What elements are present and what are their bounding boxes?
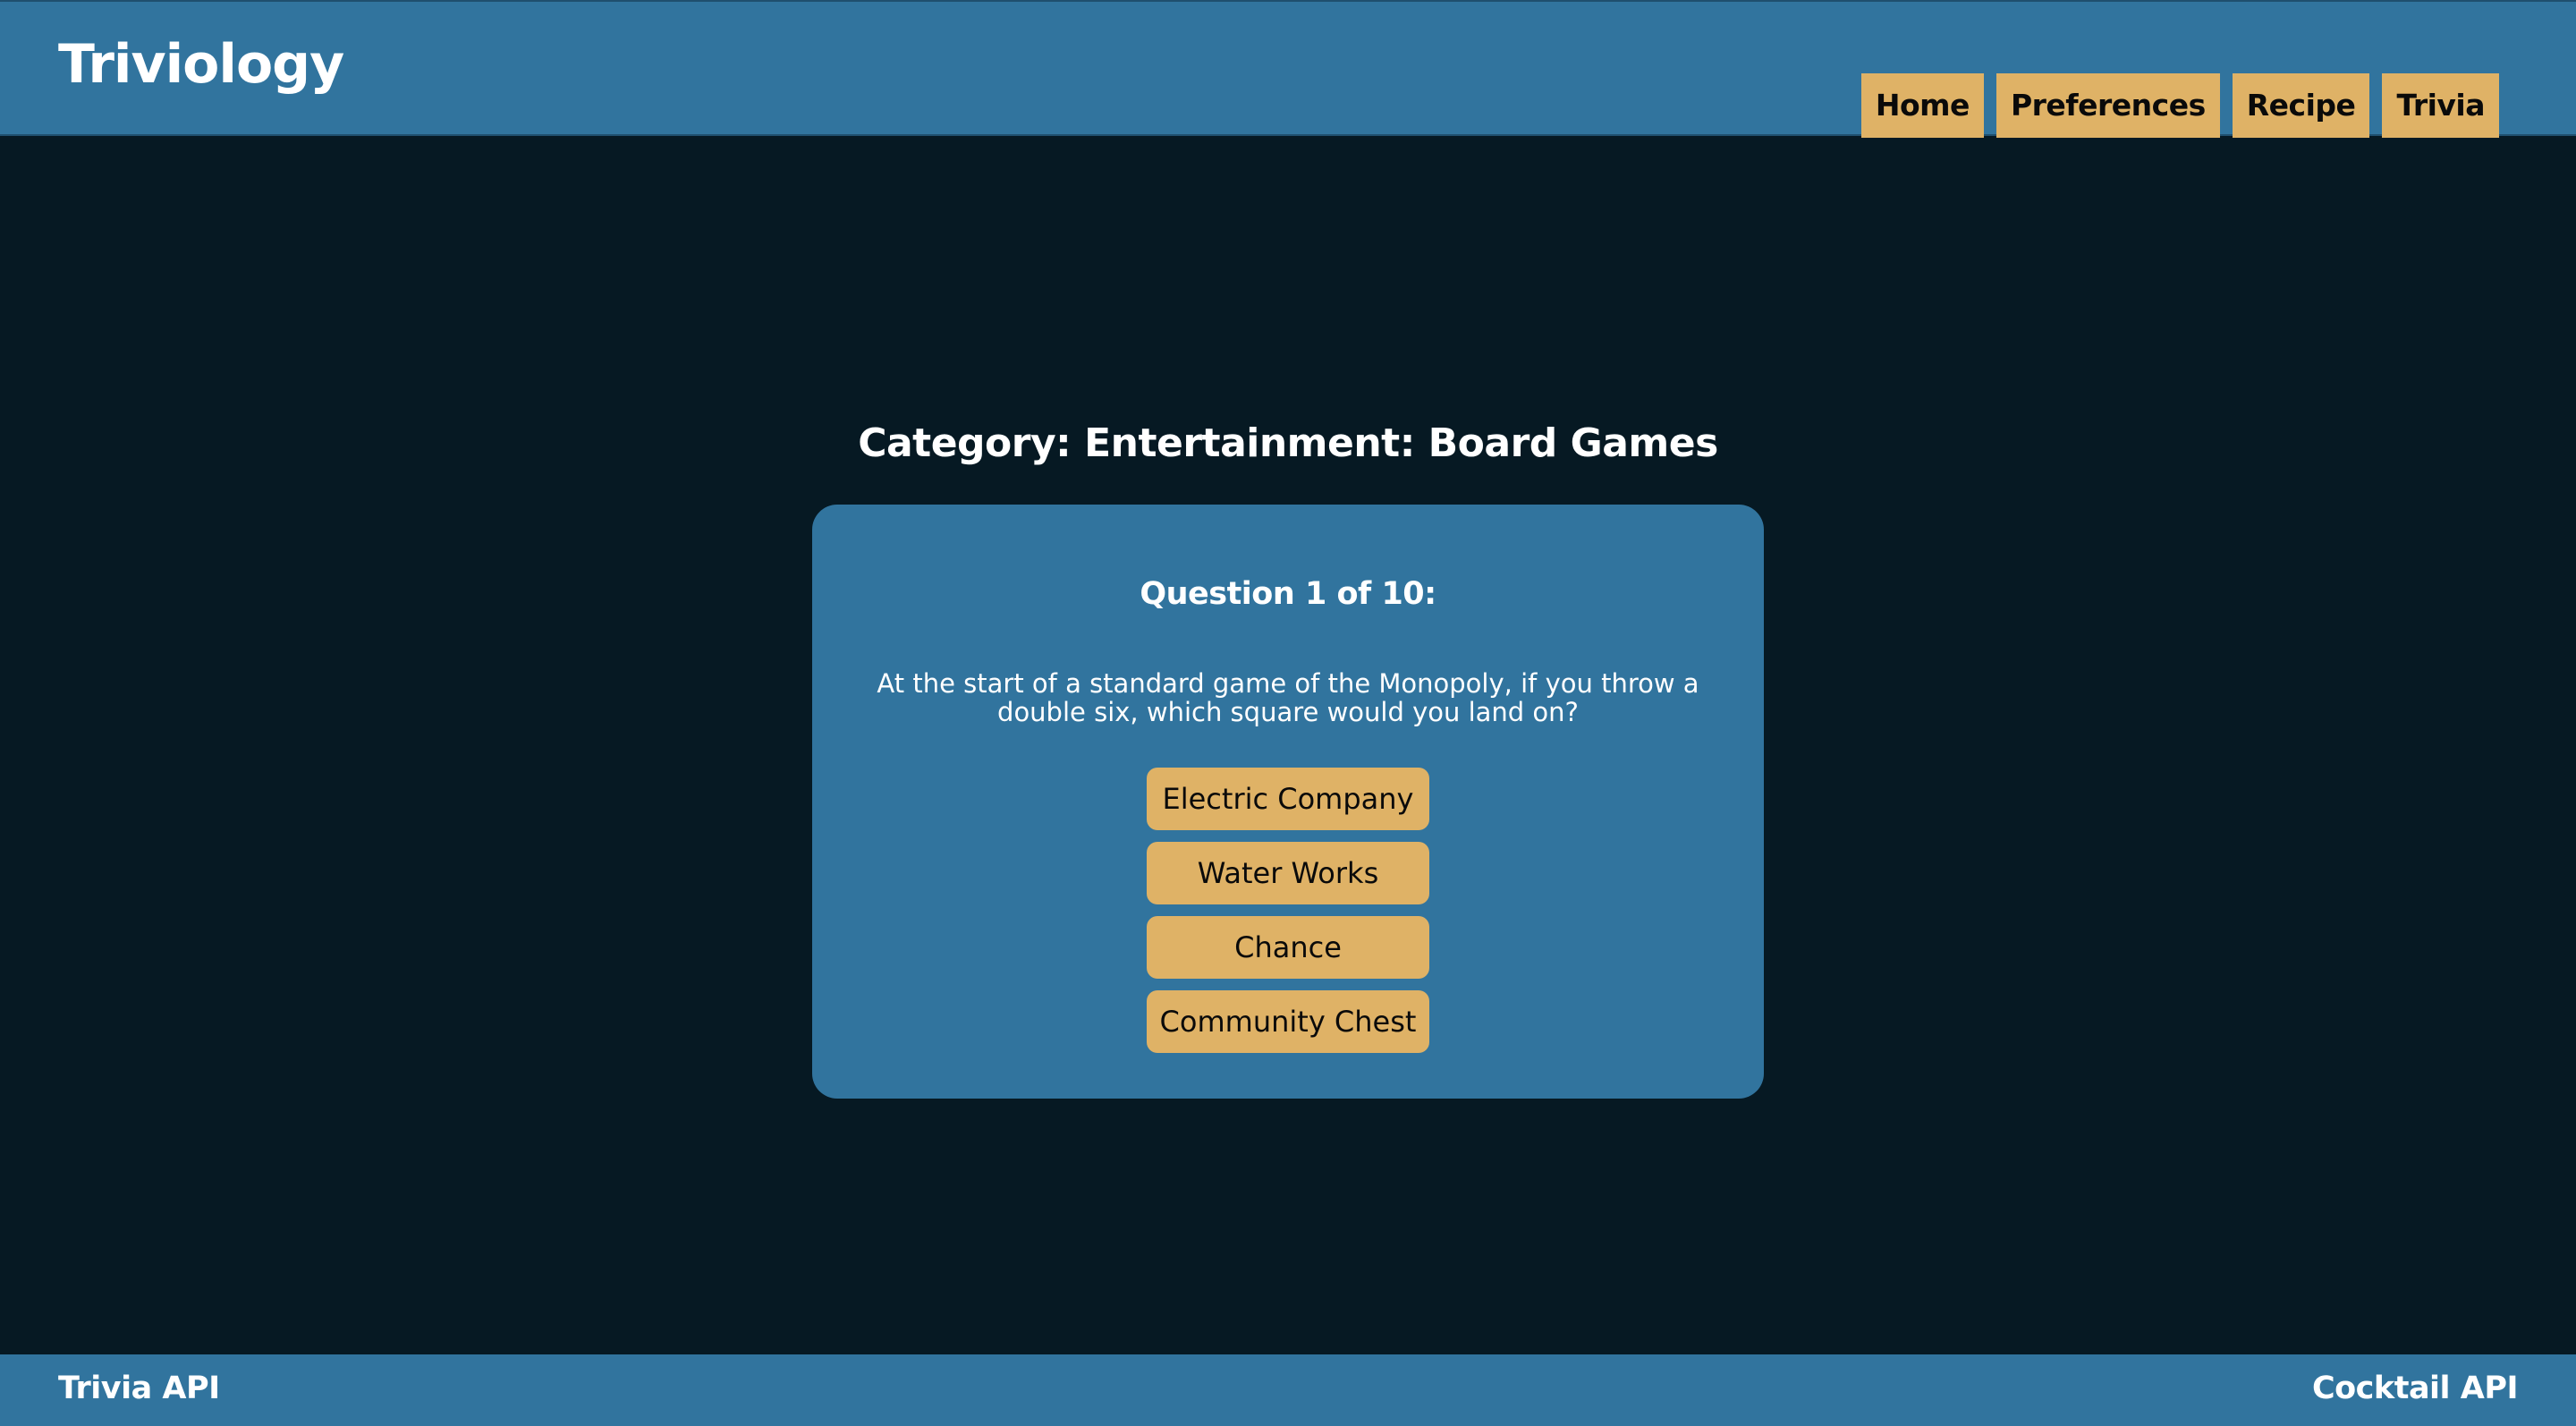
nav-home-button[interactable]: Home xyxy=(1860,73,1984,138)
answer-button-chance[interactable]: Chance xyxy=(1147,916,1429,979)
main-nav: Home Preferences Recipe Trivia xyxy=(1860,73,2499,138)
question-number: Question 1 of 10: xyxy=(1140,576,1436,612)
answer-list: Electric Company Water Works Chance Comm… xyxy=(1147,768,1429,1053)
site-logo-title[interactable]: Triviology xyxy=(58,32,344,97)
question-text: At the start of a standard game of the M… xyxy=(877,668,1699,727)
question-card: Question 1 of 10: At the start of a stan… xyxy=(812,505,1764,1099)
cocktail-api-link[interactable]: Cocktail API xyxy=(2312,1354,2519,1422)
answer-button-community-chest[interactable]: Community Chest xyxy=(1147,990,1429,1053)
answer-button-water-works[interactable]: Water Works xyxy=(1147,842,1429,904)
nav-trivia-button[interactable]: Trivia xyxy=(2382,73,2499,138)
site-header: Triviology Home Preferences Recipe Trivi… xyxy=(0,0,2576,138)
category-heading: Category: Entertainment: Board Games xyxy=(858,420,1718,466)
trivia-api-link[interactable]: Trivia API xyxy=(58,1354,220,1422)
answer-button-electric-company[interactable]: Electric Company xyxy=(1147,768,1429,830)
nav-preferences-button[interactable]: Preferences xyxy=(1996,73,2220,138)
site-footer: Trivia API Cocktail API xyxy=(0,1354,2576,1426)
nav-recipe-button[interactable]: Recipe xyxy=(2232,73,2370,138)
